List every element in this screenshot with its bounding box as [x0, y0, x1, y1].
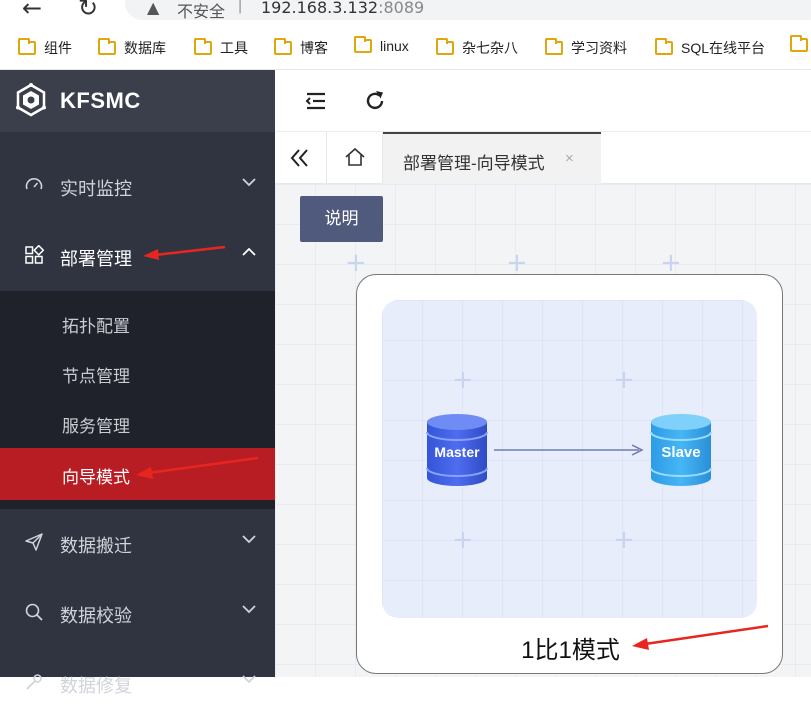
- tabs-scroll-left[interactable]: [275, 132, 327, 183]
- chevron-up-icon: [242, 247, 256, 256]
- mode-label: 1比1模式: [521, 637, 620, 664]
- url-host: 192.168.3.132: [261, 0, 379, 17]
- sidebar-item-monitor[interactable]: 实时监控: [0, 151, 275, 221]
- folder-icon: [18, 38, 36, 55]
- wrench-icon: [26, 674, 42, 690]
- bookmark-item[interactable]: 数据库: [98, 38, 166, 58]
- submenu-item-nodes[interactable]: 节点管理: [0, 347, 275, 397]
- bookmark-label: 组件: [44, 40, 72, 56]
- bookmark-item[interactable]: 杂七杂八: [436, 38, 518, 58]
- plus-decoration-icon: +: [613, 365, 635, 395]
- folder-icon: [194, 38, 212, 55]
- submenu-item-services[interactable]: 服务管理: [0, 397, 275, 447]
- topology-diagram: + + + + Master Slave: [382, 300, 757, 618]
- double-chevron-left-icon: [290, 149, 308, 167]
- folder-icon: [436, 38, 454, 55]
- chevron-down-icon: [242, 535, 256, 544]
- sidebar-item-label: 实时监控: [60, 179, 132, 199]
- url-text: 192.168.3.132:8089: [261, 0, 424, 17]
- submenu-item-topology[interactable]: 拓扑配置: [0, 297, 275, 347]
- refresh-icon[interactable]: [362, 88, 388, 114]
- help-button[interactable]: 说明: [300, 196, 383, 242]
- reload-icon[interactable]: ↻: [78, 0, 98, 22]
- main-content: 说明 + + + + + + + Master Slave 1比1模式: [275, 184, 811, 677]
- folder-icon: [274, 38, 292, 55]
- folder-icon: [354, 36, 372, 53]
- chevron-down-icon: [242, 178, 256, 187]
- plus-decoration-icon: +: [613, 525, 635, 555]
- security-status: 不安全: [177, 4, 226, 21]
- arrow-left-icon[interactable]: ←: [22, 0, 42, 22]
- folder-icon: [655, 38, 673, 55]
- plus-decoration-icon: +: [452, 525, 474, 555]
- sidebar-item-label: 数据校验: [60, 606, 132, 626]
- slave-label: Slave: [661, 444, 701, 461]
- logo-icon: [16, 83, 46, 117]
- app-title: KFSMC: [60, 88, 141, 113]
- sidebar-item-label: 数据搬迁: [60, 536, 132, 556]
- search-icon: [25, 603, 43, 621]
- bookmark-label: 工具: [220, 40, 248, 56]
- submenu-item-label: 向导模式: [62, 468, 130, 487]
- mode-card[interactable]: + + + + Master Slave 1比1模式: [356, 274, 783, 674]
- send-icon: [25, 533, 43, 551]
- submenu-item-label: 节点管理: [62, 367, 130, 386]
- bookmarks-bar: 组件 数据库 工具 博客 linux 杂七杂八 学习资料 SQL在线平台: [0, 26, 811, 70]
- tab-home[interactable]: [327, 132, 383, 183]
- home-icon: [345, 147, 365, 166]
- folder-icon: [98, 38, 116, 55]
- bookmark-item[interactable]: linux: [354, 36, 409, 54]
- submenu-deploy: 拓扑配置 节点管理 服务管理 向导模式: [0, 291, 275, 509]
- replication-arrow: [494, 444, 644, 456]
- bookmark-label: 数据库: [124, 40, 166, 56]
- tab-label: 部署管理-向导模式: [403, 154, 545, 173]
- submenu-item-wizard[interactable]: 向导模式: [0, 448, 275, 500]
- logo-area: KFSMC: [0, 70, 275, 132]
- top-toolbar: [275, 70, 811, 132]
- folder-icon: [545, 38, 563, 55]
- submenu-item-label: 拓扑配置: [62, 317, 130, 336]
- apps-icon: [25, 245, 44, 264]
- speedometer-icon: [25, 178, 43, 190]
- sidebar-item-label: 部署管理: [60, 249, 132, 269]
- bookmark-item[interactable]: [790, 35, 811, 52]
- bookmark-label: 博客: [300, 40, 328, 56]
- sidebar: KFSMC 实时监控 部署管理 拓扑配置 节点管理 服务管理 向导模式 数据搬迁…: [0, 70, 275, 696]
- bookmark-item[interactable]: SQL在线平台: [655, 38, 765, 58]
- menu-fold-icon[interactable]: [303, 88, 329, 114]
- bookmark-label: linux: [380, 38, 409, 54]
- plus-decoration-icon: +: [345, 248, 367, 278]
- warning-icon: ▲: [147, 0, 160, 17]
- browser-toolbar: ← ↻ ▲ 不安全 | 192.168.3.132:8089: [0, 0, 811, 26]
- sidebar-item-deploy[interactable]: 部署管理: [0, 221, 275, 291]
- bookmark-item[interactable]: 学习资料: [545, 38, 627, 58]
- sidebar-item-migrate[interactable]: 数据搬迁: [0, 508, 275, 578]
- bookmark-item[interactable]: 工具: [194, 38, 248, 58]
- tabs-bar: 部署管理-向导模式 ×: [275, 132, 811, 184]
- close-icon[interactable]: ×: [565, 150, 574, 167]
- submenu-item-label: 服务管理: [62, 417, 130, 436]
- bookmark-label: 学习资料: [571, 40, 627, 56]
- address-separator: |: [238, 0, 243, 14]
- url-port: :8089: [378, 0, 425, 17]
- bookmark-label: 杂七杂八: [462, 40, 518, 56]
- plus-decoration-icon: +: [452, 365, 474, 395]
- bookmark-item[interactable]: 博客: [274, 38, 328, 58]
- tab-wizard[interactable]: 部署管理-向导模式 ×: [383, 132, 601, 184]
- bookmark-item[interactable]: 组件: [18, 38, 72, 58]
- folder-icon: [790, 35, 808, 52]
- sidebar-item-verify[interactable]: 数据校验: [0, 578, 275, 648]
- address-bar[interactable]: ▲ 不安全 | 192.168.3.132:8089: [125, 0, 811, 21]
- sidebar-item-repair[interactable]: 数据修复: [0, 648, 275, 718]
- chevron-down-icon: [242, 675, 256, 684]
- bookmark-label: SQL在线平台: [681, 40, 766, 56]
- sidebar-item-label: 数据修复: [60, 676, 132, 696]
- chevron-down-icon: [242, 605, 256, 614]
- master-label: Master: [434, 444, 480, 460]
